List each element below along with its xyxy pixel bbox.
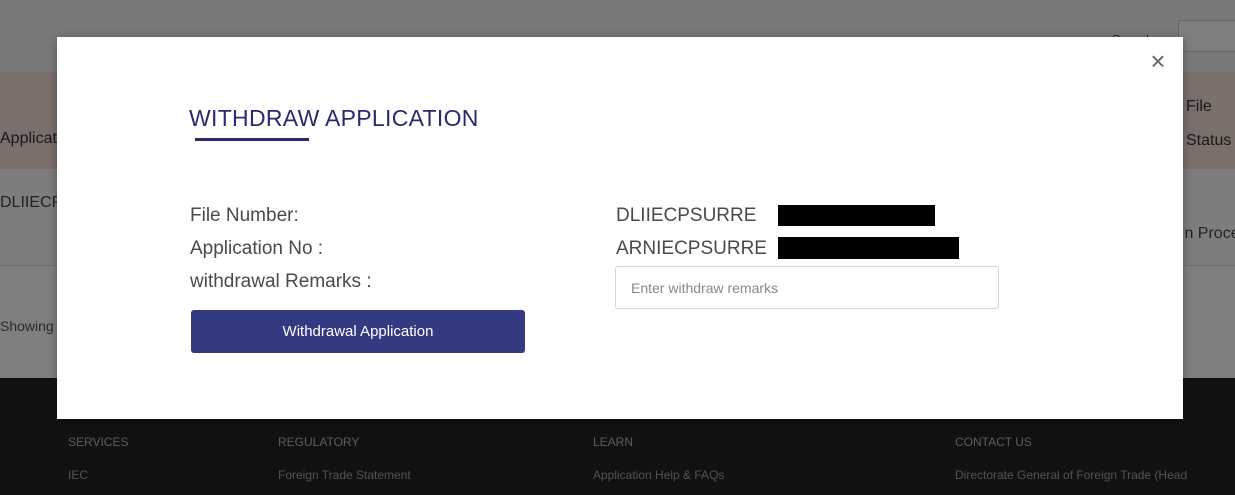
title-underline [195,138,309,141]
withdraw-application-modal: × WITHDRAW APPLICATION File Number: Appl… [57,37,1183,419]
redaction-bar-application-no [778,237,959,259]
application-no-value: ARNIECPSURRE [616,238,767,259]
modal-title: WITHDRAW APPLICATION [189,105,479,131]
file-number-label: File Number: [190,205,299,226]
withdrawal-remarks-label: withdrawal Remarks : [190,271,372,292]
close-icon[interactable]: × [1146,47,1170,75]
file-number-value: DLIIECPSURRE [616,205,757,226]
withdrawal-application-button[interactable]: Withdrawal Application [191,310,525,353]
withdraw-remarks-input[interactable] [615,266,999,309]
application-no-label: Application No : [190,238,324,259]
redaction-bar-file-number [778,205,935,226]
